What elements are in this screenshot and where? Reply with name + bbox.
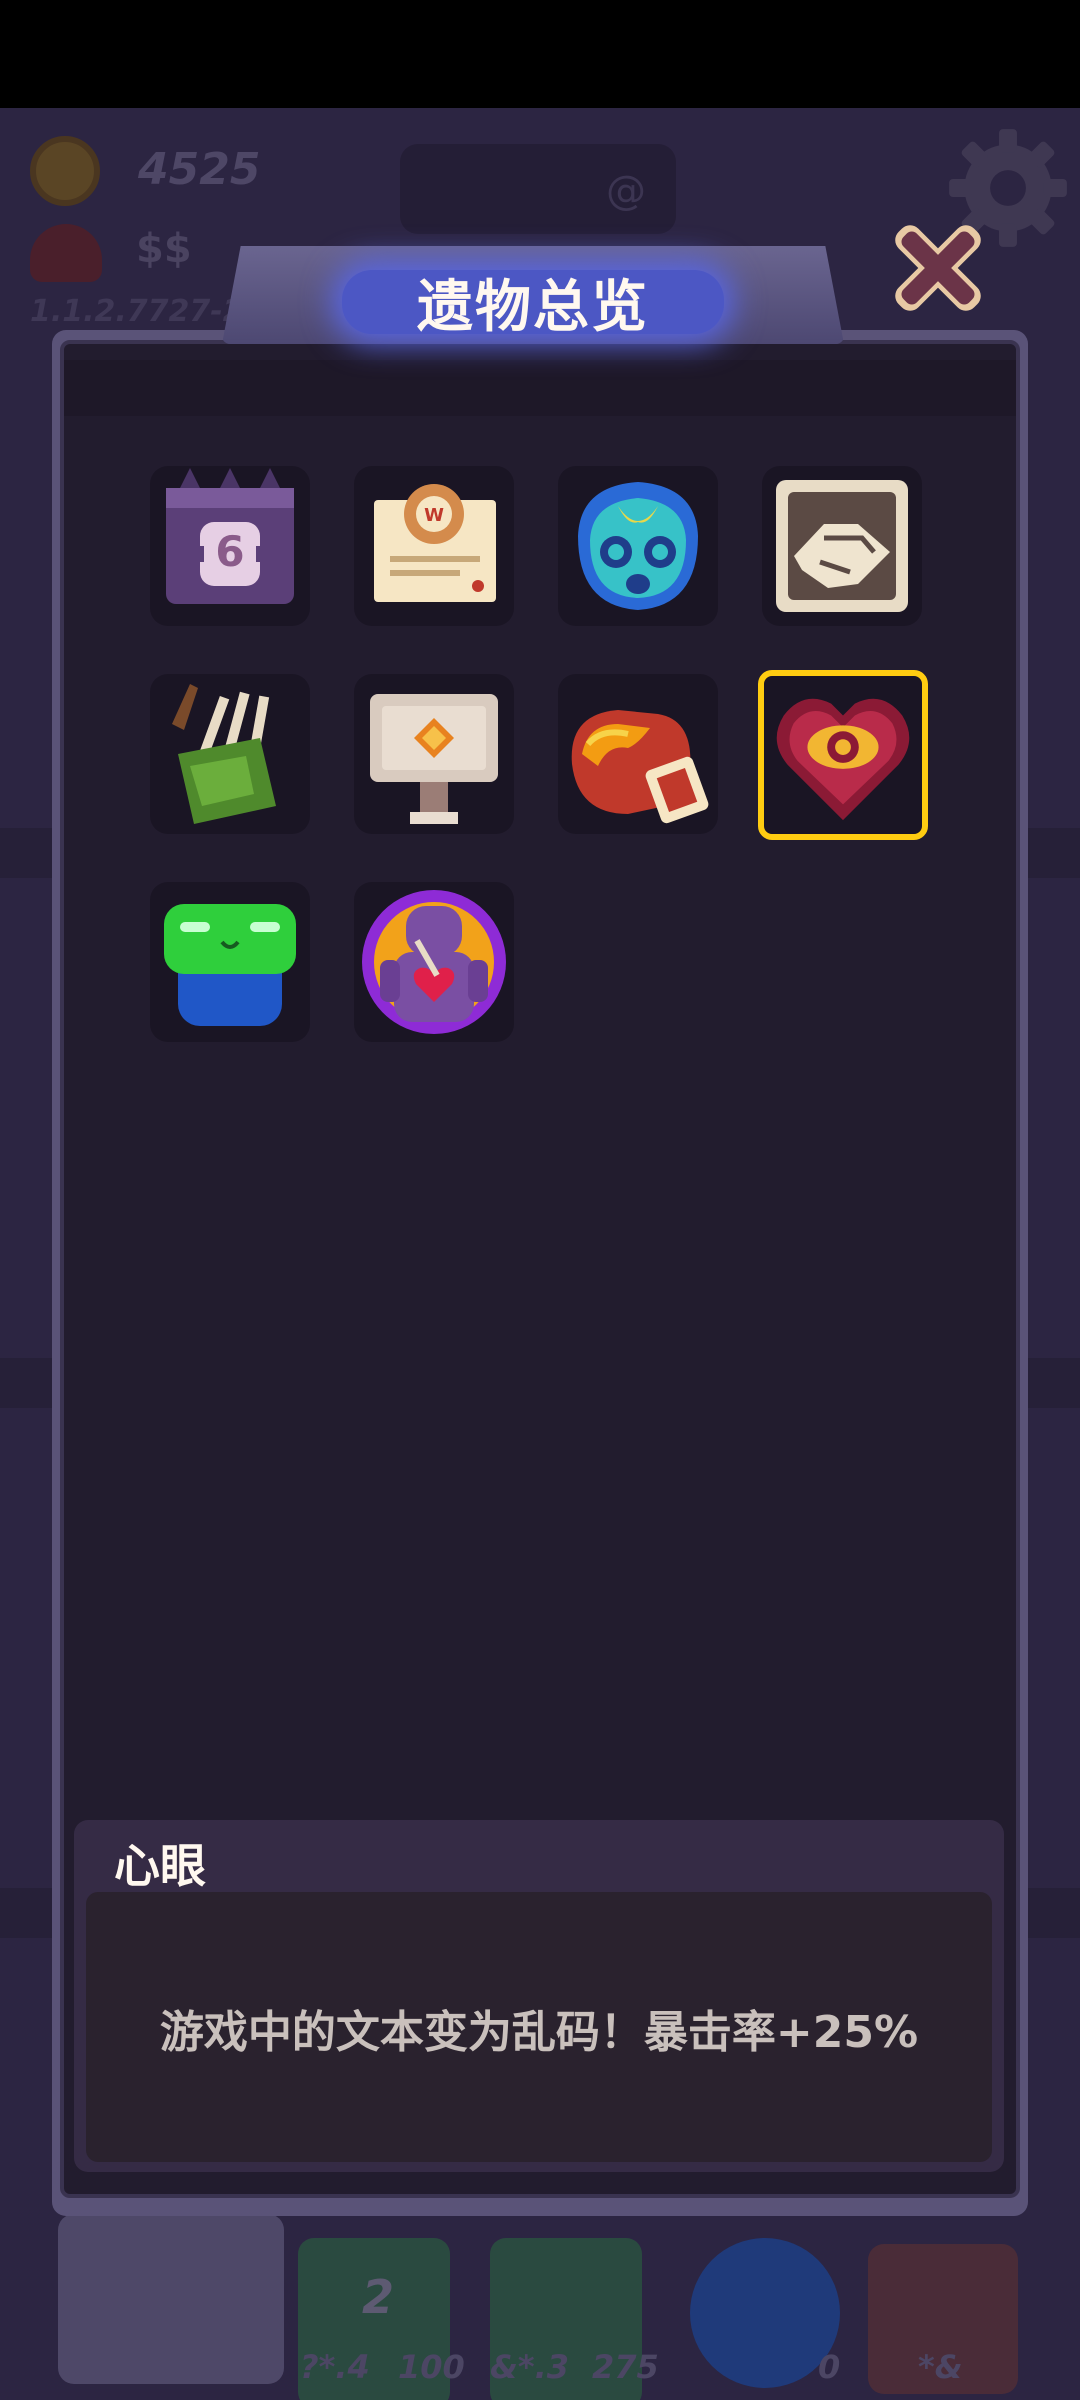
slot-label: ?*.4	[300, 2348, 370, 2386]
slot-label: &*.3	[490, 2348, 570, 2386]
calendar-skull-relic-icon[interactable]: 6	[150, 466, 310, 626]
arrow-quiver-relic-icon[interactable]	[150, 674, 310, 834]
blue-flame-mask-relic-icon[interactable]	[558, 466, 718, 626]
slot-value: 275	[592, 2348, 659, 2386]
at-mark: @	[606, 168, 646, 214]
version-text: 1.1.2.7727-2	[30, 294, 244, 329]
slot-label: *&	[918, 2348, 963, 2386]
handshake-relic-icon[interactable]	[762, 466, 922, 626]
relic-description-text: 游戏中的文本变为乱码！暴击率+25%	[159, 2007, 919, 2058]
modal-header-strip	[64, 360, 1016, 416]
slot-value: 0	[818, 2348, 841, 2386]
certificate-scroll-relic-icon[interactable]: W	[354, 466, 514, 626]
relic-description-panel: 心眼 游戏中的文本变为乱码！暴击率+25%	[74, 1820, 1004, 2172]
coin-icon	[30, 136, 100, 206]
heart-eye-relic-icon[interactable]	[758, 670, 928, 840]
flame-glove-relic-icon[interactable]	[558, 674, 718, 834]
close-x-icon[interactable]	[880, 210, 996, 326]
status-bar	[0, 0, 1080, 108]
coin-count: 4525	[138, 144, 261, 195]
svg-text:6: 6	[215, 527, 244, 576]
relic-name: 心眼	[114, 1839, 206, 1893]
voodoo-doll-relic-icon[interactable]	[354, 882, 514, 1042]
title-tab: 遗物总览	[222, 246, 844, 344]
currency-label: $$	[136, 226, 192, 272]
slot-count: 2	[362, 2270, 395, 2324]
helmet-icon	[30, 224, 102, 282]
green-slime-frog-relic-icon[interactable]	[150, 882, 310, 1042]
relic-description-box: 游戏中的文本变为乱码！暴击率+25%	[86, 1892, 992, 2162]
modal-title: 遗物总览	[417, 275, 649, 340]
svg-text:W: W	[424, 505, 444, 526]
stone-sign-relic-icon[interactable]	[354, 674, 514, 834]
character-portrait-slot[interactable]	[58, 2214, 284, 2384]
slot-value: 100	[398, 2348, 465, 2386]
